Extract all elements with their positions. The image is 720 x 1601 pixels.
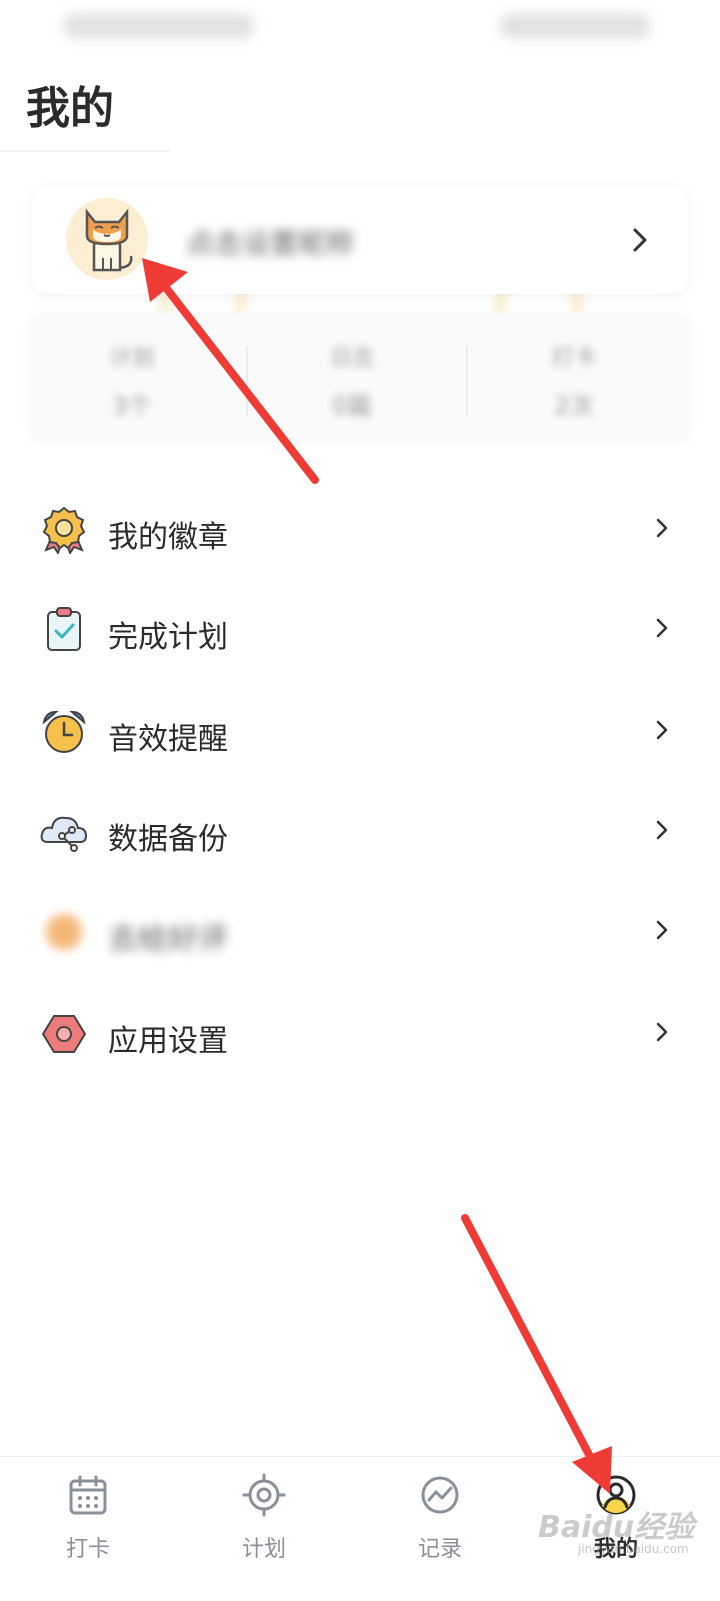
profile-card[interactable]: 点击设置昵称	[32, 186, 688, 294]
nav-tab-records[interactable]: 记录	[380, 1473, 500, 1593]
stat-value: 0篇	[332, 392, 372, 420]
clipboard-check-icon	[47, 607, 81, 651]
stat-checkins[interactable]: 打卡 2次	[474, 340, 674, 421]
menu-label: 我的徽章	[108, 520, 228, 555]
baidu-watermark: Baidu经验	[538, 1510, 695, 1545]
chevron-right-icon[interactable]	[620, 220, 660, 260]
menu-item-badges[interactable]: 我的徽章	[0, 478, 720, 578]
badge-medal-icon	[42, 506, 86, 554]
stat-divider	[246, 346, 248, 416]
menu-item-data-backup[interactable]: 数据备份	[0, 780, 720, 880]
calendar-icon	[69, 1475, 107, 1515]
menu-label: 去给好评	[108, 922, 228, 957]
chevron-right-icon	[656, 820, 668, 840]
stat-value: 3个	[112, 392, 152, 420]
chart-icon	[421, 1476, 459, 1514]
nav-tab-checkin[interactable]: 打卡	[28, 1473, 148, 1593]
stat-divider	[466, 346, 468, 416]
nickname[interactable]: 点击设置昵称	[186, 222, 354, 262]
menu-label: 完成计划	[108, 620, 228, 655]
title-divider	[0, 150, 170, 152]
menu-item-completed-plans[interactable]: 完成计划	[0, 578, 720, 678]
battery-time	[500, 14, 650, 38]
stat-label: 打卡	[551, 346, 596, 371]
chevron-right-icon	[656, 720, 668, 740]
menu-label: 音效提醒	[108, 722, 228, 757]
menu-item-sound-reminder[interactable]: 音效提醒	[0, 680, 720, 780]
stat-label: 计划	[109, 346, 154, 371]
stat-logs[interactable]: 日志 0篇	[252, 340, 452, 421]
star-rate-icon	[46, 914, 82, 950]
menu-label: 应用设置	[108, 1024, 228, 1059]
nav-label: 计划	[241, 1537, 286, 1562]
arrow-to-mine-tab	[461, 1214, 612, 1494]
chevron-right-icon	[656, 518, 668, 538]
status-bar	[0, 0, 720, 56]
chevron-right-icon	[656, 1022, 668, 1042]
cat-avatar-icon	[85, 208, 133, 272]
cloud-share-icon	[40, 816, 88, 852]
carrier-signal	[64, 14, 254, 38]
watermark-url: jingyan.baidu.com	[578, 1542, 689, 1556]
nav-label: 打卡	[65, 1537, 110, 1562]
chevron-right-icon	[656, 920, 668, 940]
page-title: 我的	[26, 83, 114, 134]
nav-tab-plan[interactable]: 计划	[204, 1473, 324, 1593]
chevron-right-icon	[656, 618, 668, 638]
menu-item-app-settings[interactable]: 应用设置	[0, 982, 720, 1082]
stat-value: 2次	[554, 392, 594, 420]
target-icon	[242, 1473, 286, 1517]
stat-plans[interactable]: 计划 3个	[32, 340, 232, 421]
alarm-clock-icon	[42, 710, 86, 753]
avatar[interactable]	[66, 198, 148, 280]
settings-hexagon-icon	[42, 1015, 86, 1053]
stat-label: 日志	[329, 346, 374, 371]
menu-item-rate-app[interactable]: 去给好评	[0, 880, 720, 980]
nav-label: 记录	[417, 1537, 462, 1562]
menu-label: 数据备份	[108, 822, 228, 857]
